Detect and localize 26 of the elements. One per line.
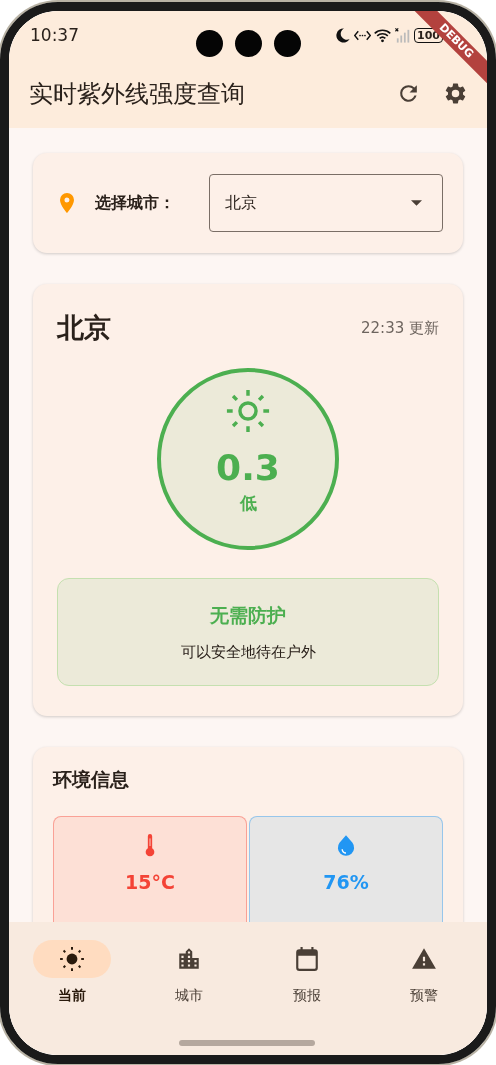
signal-icon [394,26,412,44]
info-value: 15°C [125,871,175,893]
warning-icon [411,946,438,972]
sun-icon [58,946,85,972]
city-name: 北京 [57,311,111,345]
app-title: 实时紫外线强度查询 [29,78,246,110]
nav-tab[interactable]: 城市 [139,940,240,1055]
calendar-icon [293,946,320,972]
uv-index-value: 0.3 [216,446,280,490]
city-dropdown[interactable]: 北京 [209,174,443,232]
moon-icon [334,26,352,44]
settings-icon[interactable] [443,81,468,106]
nav-tab[interactable]: 预报 [256,940,357,1055]
section-title: 环境信息 [53,767,130,792]
nav-tab[interactable]: 预警 [374,940,475,1055]
update-time: 22:33 更新 [361,318,439,338]
status-time: 10:37 [30,25,79,45]
nav-tab[interactable]: 当前 [21,940,122,1055]
advice-title: 无需防护 [210,602,286,628]
info-value: 76% [323,871,369,893]
advice-text: 可以安全地待在户外 [180,642,316,662]
uv-level: 低 [239,492,257,515]
wifi-icon [374,26,392,44]
caret-icon [411,200,422,206]
sun-icon [225,388,271,434]
city-label: 选择城市： [95,192,176,214]
